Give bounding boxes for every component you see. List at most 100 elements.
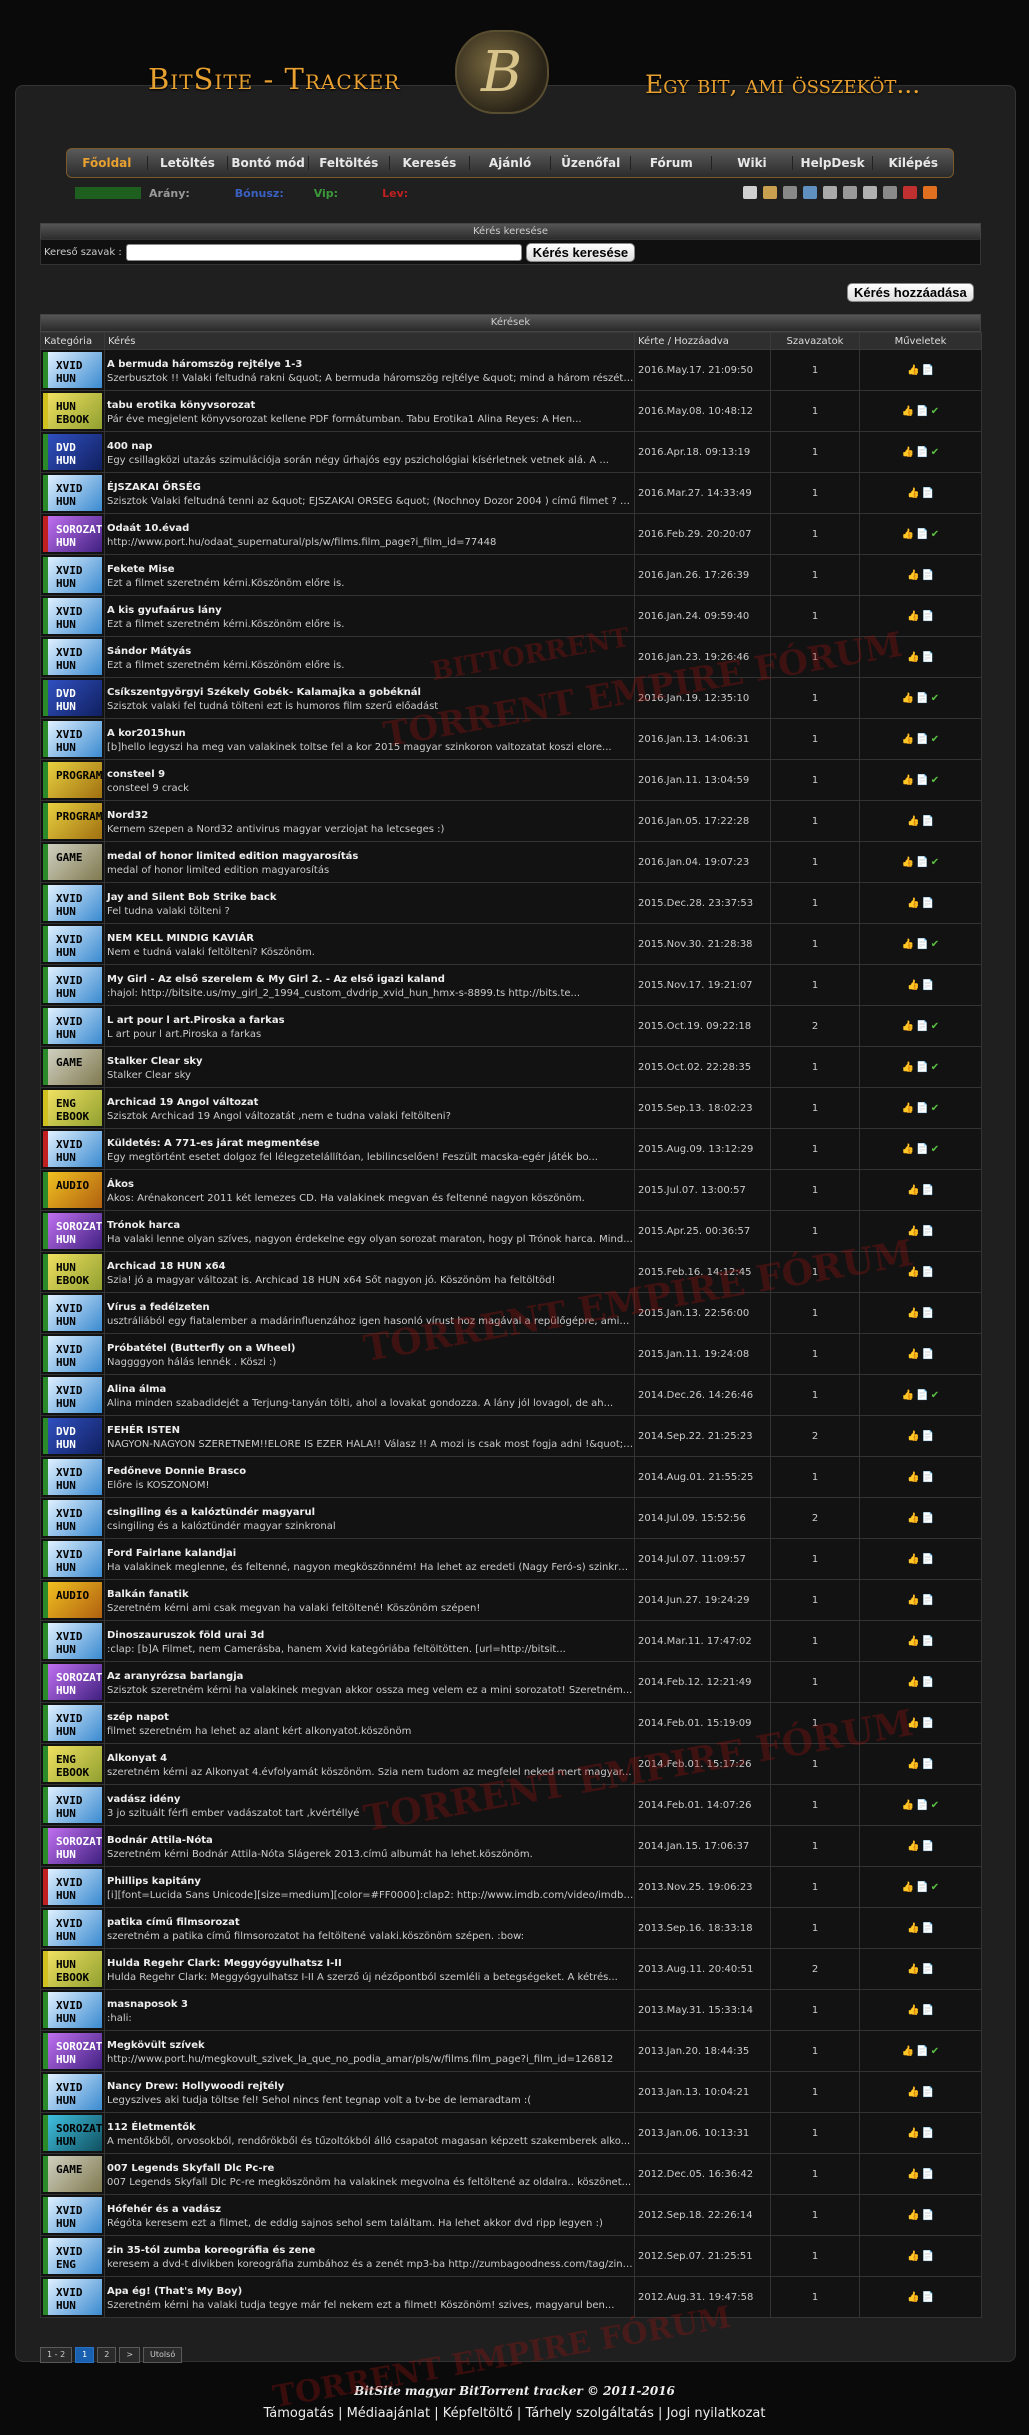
column-header[interactable]: Kérés xyxy=(104,332,635,350)
page-button[interactable]: 1 xyxy=(75,2347,95,2363)
site-brand[interactable]: BitSite - Tracker xyxy=(148,62,400,96)
fill-icon[interactable]: 📄 xyxy=(922,1841,934,1852)
fill-icon[interactable]: 📄 xyxy=(922,1923,934,1934)
check-icon[interactable]: ✔ xyxy=(931,775,939,786)
footer-link[interactable]: Képfeltöltő xyxy=(443,2406,513,2421)
vote-icon[interactable]: 👍 xyxy=(907,488,919,499)
vote-icon[interactable]: 👍 xyxy=(907,898,919,909)
category-icon[interactable]: XVID HUN xyxy=(43,1992,102,2028)
vote-icon[interactable]: 👍 xyxy=(902,447,914,458)
column-header[interactable]: Kategória xyxy=(40,332,105,350)
vote-icon[interactable]: 👍 xyxy=(907,1226,919,1237)
category-icon[interactable]: GAME xyxy=(43,2156,102,2192)
category-icon[interactable]: XVID HUN xyxy=(43,1541,102,1577)
request-title[interactable]: csingiling és a kalóztündér magyarul xyxy=(106,1505,634,1521)
vote-icon[interactable]: 👍 xyxy=(902,939,914,950)
vote-icon[interactable]: 👍 xyxy=(907,2128,919,2139)
list-icon[interactable] xyxy=(883,186,897,199)
request-title[interactable]: 400 nap xyxy=(106,439,634,455)
request-title[interactable]: tabu erotika könyvsorozat xyxy=(106,398,634,414)
fill-icon[interactable]: 📄 xyxy=(922,365,934,376)
nav-item[interactable]: Üzenőfal xyxy=(551,156,632,170)
category-icon[interactable]: ENG EBOOK xyxy=(43,1746,102,1782)
page-button[interactable]: 1 - 2 xyxy=(40,2347,73,2363)
request-title[interactable]: FEHÉR ISTEN xyxy=(106,1423,634,1439)
request-title[interactable]: Archicad 18 HUN x64 xyxy=(106,1259,634,1275)
category-icon[interactable]: HUN EBOOK xyxy=(43,1951,102,1987)
vote-icon[interactable]: 👍 xyxy=(907,1308,919,1319)
vote-icon[interactable]: 👍 xyxy=(907,652,919,663)
fill-icon[interactable]: 📄 xyxy=(916,529,928,540)
fill-icon[interactable]: 📄 xyxy=(916,1062,928,1073)
column-header[interactable]: Szavazatok xyxy=(770,332,860,350)
check-icon[interactable]: ✔ xyxy=(931,447,939,458)
category-icon[interactable]: ENG EBOOK xyxy=(43,1090,102,1126)
vote-icon[interactable]: 👍 xyxy=(907,1472,919,1483)
check-icon[interactable]: ✔ xyxy=(931,939,939,950)
vote-icon[interactable]: 👍 xyxy=(902,406,914,417)
nav-item[interactable]: Kilépés xyxy=(873,156,953,170)
category-icon[interactable]: PROGRAM xyxy=(43,762,102,798)
vote-icon[interactable]: 👍 xyxy=(907,2251,919,2262)
vote-icon[interactable]: 👍 xyxy=(907,1595,919,1606)
heart-icon[interactable] xyxy=(903,186,917,199)
vote-icon[interactable]: 👍 xyxy=(907,1267,919,1278)
check-icon[interactable]: ✔ xyxy=(931,406,939,417)
category-icon[interactable]: SOROZAT HUN xyxy=(43,1828,102,1864)
check-icon[interactable]: ✔ xyxy=(931,2046,939,2057)
category-icon[interactable]: XVID HUN xyxy=(43,1008,102,1044)
vote-icon[interactable]: 👍 xyxy=(907,1185,919,1196)
check-icon[interactable]: ✔ xyxy=(931,1882,939,1893)
request-title[interactable]: szép napot xyxy=(106,1710,634,1726)
mail-icon[interactable] xyxy=(743,186,757,199)
nav-item[interactable]: Feltöltés xyxy=(309,156,390,170)
request-title[interactable]: Küldetés: A 771-es járat megmentése xyxy=(106,1136,634,1152)
request-title[interactable]: L art pour l art.Piroska a farkas xyxy=(106,1013,634,1029)
check-icon[interactable]: ✔ xyxy=(931,529,939,540)
add-request-button[interactable]: Kérés hozzáadása xyxy=(847,283,974,302)
vote-icon[interactable]: 👍 xyxy=(902,1800,914,1811)
request-title[interactable]: medal of honor limited edition magyarosí… xyxy=(106,849,634,865)
request-title[interactable]: Ákos xyxy=(106,1177,634,1193)
fill-icon[interactable]: 📄 xyxy=(922,1431,934,1442)
vote-icon[interactable]: 👍 xyxy=(907,1718,919,1729)
site-logo[interactable]: B xyxy=(455,30,549,114)
fill-icon[interactable]: 📄 xyxy=(916,1390,928,1401)
vote-icon[interactable]: 👍 xyxy=(907,2005,919,2016)
settings-icon[interactable] xyxy=(843,186,857,199)
vote-icon[interactable]: 👍 xyxy=(907,1923,919,1934)
search-button[interactable]: Kérés keresése xyxy=(525,242,636,262)
category-icon[interactable]: XVID HUN xyxy=(43,1705,102,1741)
fill-icon[interactable]: 📄 xyxy=(922,1759,934,1770)
vote-icon[interactable]: 👍 xyxy=(902,1021,914,1032)
category-icon[interactable]: XVID HUN xyxy=(43,2074,102,2110)
vote-icon[interactable]: 👍 xyxy=(907,570,919,581)
fill-icon[interactable]: 📄 xyxy=(922,2292,934,2303)
check-icon[interactable]: ✔ xyxy=(931,1103,939,1114)
category-icon[interactable]: XVID HUN xyxy=(43,1500,102,1536)
category-icon[interactable]: SOROZAT HUN xyxy=(43,516,102,552)
category-icon[interactable]: SOROZAT HUN xyxy=(43,2115,102,2151)
vote-icon[interactable]: 👍 xyxy=(907,1431,919,1442)
fill-icon[interactable]: 📄 xyxy=(922,1513,934,1524)
fill-icon[interactable]: 📄 xyxy=(916,447,928,458)
vote-icon[interactable]: 👍 xyxy=(902,1144,914,1155)
fill-icon[interactable]: 📄 xyxy=(916,2046,928,2057)
nav-item[interactable]: Letöltés xyxy=(148,156,229,170)
fill-icon[interactable]: 📄 xyxy=(916,693,928,704)
category-icon[interactable]: XVID HUN xyxy=(43,1336,102,1372)
request-title[interactable]: A bermuda háromszög rejtélye 1-3 xyxy=(106,357,634,373)
category-icon[interactable]: XVID HUN xyxy=(43,557,102,593)
vote-icon[interactable]: 👍 xyxy=(902,1062,914,1073)
category-icon[interactable]: AUDIO xyxy=(43,1172,102,1208)
vote-icon[interactable]: 👍 xyxy=(907,1677,919,1688)
request-title[interactable]: Alkonyat 4 xyxy=(106,1751,634,1767)
category-icon[interactable]: XVID HUN xyxy=(43,967,102,1003)
category-icon[interactable]: XVID HUN xyxy=(43,1787,102,1823)
request-title[interactable]: Fekete Mise xyxy=(106,562,634,578)
request-title[interactable]: Az aranyrózsa barlangja xyxy=(106,1669,634,1685)
fill-icon[interactable]: 📄 xyxy=(922,1677,934,1688)
fill-icon[interactable]: 📄 xyxy=(922,1185,934,1196)
category-icon[interactable]: GAME xyxy=(43,1049,102,1085)
request-title[interactable]: Vírus a fedélzeten xyxy=(106,1300,634,1316)
